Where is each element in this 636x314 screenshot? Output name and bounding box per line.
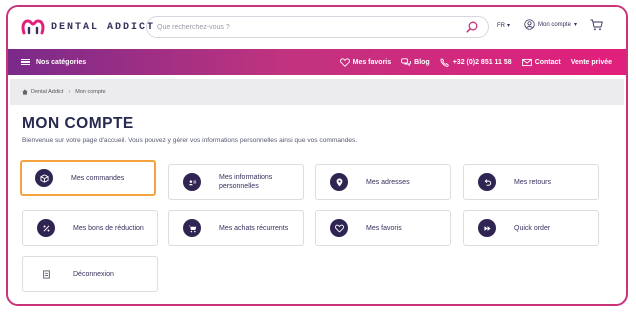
cart-icon[interactable] (590, 19, 603, 31)
box-icon (35, 169, 53, 187)
page-title: MON COMPTE (22, 115, 134, 132)
tile-label: Mes retours (514, 178, 551, 186)
search-bar (146, 16, 489, 38)
categories-menu-button[interactable]: Nos catégories (21, 58, 87, 66)
chevron-down-icon: ▾ (574, 22, 578, 28)
nav-link-phone[interactable]: +32 (0)2 851 11 58 (440, 57, 512, 67)
categories-label: Nos catégories (36, 58, 87, 66)
chat-icon (401, 57, 412, 66)
mail-icon (521, 58, 532, 66)
tile-label: Déconnexion (73, 270, 114, 278)
return-icon (478, 173, 496, 191)
id-card-icon (183, 173, 201, 191)
chevron-right-icon: › (68, 89, 71, 95)
fast-forward-icon (478, 219, 496, 237)
tile-label: Mes bons de réduction (73, 224, 144, 232)
nav-links: Mes favoris Blog +32 (0)2 851 11 58 Cont… (339, 57, 612, 67)
nav-link-blog[interactable]: Blog (401, 57, 430, 67)
nav-link-label: Mes favoris (352, 58, 392, 66)
phone-icon (440, 57, 449, 67)
nav-link-favorites[interactable]: Mes favoris (339, 57, 392, 67)
tile-label: Mes favoris (366, 224, 402, 232)
tile-label: Quick order (514, 224, 551, 232)
tile-mes-favoris[interactable]: Mes favoris (315, 210, 451, 246)
tile-mes-achats-recurrents[interactable]: Mes achats récurrents (168, 210, 304, 246)
tile-label: Mes informations personnelles (219, 174, 273, 190)
breadcrumb-link-home[interactable]: Dental Addict (31, 89, 63, 95)
search-icon[interactable] (466, 21, 478, 33)
tile-label: Mes achats récurrents (219, 224, 289, 232)
account-menu[interactable]: Mon compte ▾ (524, 19, 577, 30)
top-header: DENTAL ADDICT FR ▾ Mon compte ▾ (8, 7, 626, 49)
page-frame: DENTAL ADDICT FR ▾ Mon compte ▾ (6, 5, 628, 306)
main-navbar: Nos catégories Mes favoris Blog +32 (0)2… (8, 49, 626, 75)
tile-label: Mes adresses (366, 178, 410, 186)
heart-icon (330, 219, 348, 237)
logo-mark-icon (21, 19, 45, 35)
nav-link-label: Blog (414, 58, 430, 66)
nav-link-label: +32 (0)2 851 11 58 (452, 58, 512, 66)
chevron-down-icon: ▾ (507, 23, 511, 29)
percent-icon (37, 219, 55, 237)
account-label: Mon compte (538, 21, 572, 28)
home-icon (22, 89, 28, 95)
map-pin-icon (330, 173, 348, 191)
tile-mes-commandes[interactable]: Mes commandes (20, 160, 156, 196)
nav-link-contact[interactable]: Contact (521, 58, 561, 67)
language-selector[interactable]: FR ▾ (497, 22, 511, 30)
search-input[interactable] (157, 23, 466, 31)
language-label: FR (497, 22, 505, 29)
logo[interactable]: DENTAL ADDICT (21, 18, 155, 36)
brand-name: DENTAL ADDICT (51, 21, 156, 33)
nav-link-private-sale[interactable]: Vente privée (571, 59, 612, 66)
breadcrumb-current: Mon compte (75, 89, 106, 95)
nav-link-label: Vente privée (570, 58, 612, 66)
tile-mes-informations[interactable]: Mes informations personnelles (168, 164, 304, 200)
tile-mes-adresses[interactable]: Mes adresses (315, 164, 451, 200)
logout-icon (37, 265, 55, 283)
hamburger-icon (21, 58, 30, 66)
nav-link-label: Contact (534, 58, 561, 66)
heart-icon (339, 57, 350, 67)
breadcrumb: Dental Addict › Mon compte (10, 79, 624, 105)
user-icon (524, 19, 535, 30)
tile-deconnexion[interactable]: Déconnexion (22, 256, 158, 292)
tile-quick-order[interactable]: Quick order (463, 210, 599, 246)
tile-mes-bons-de-reduction[interactable]: Mes bons de réduction (22, 210, 158, 246)
tile-label: Mes commandes (71, 174, 125, 182)
cart-icon (183, 219, 201, 237)
page-intro: Bienvenue sur votre page d'accueil. Vous… (22, 137, 358, 144)
tile-mes-retours[interactable]: Mes retours (463, 164, 599, 200)
